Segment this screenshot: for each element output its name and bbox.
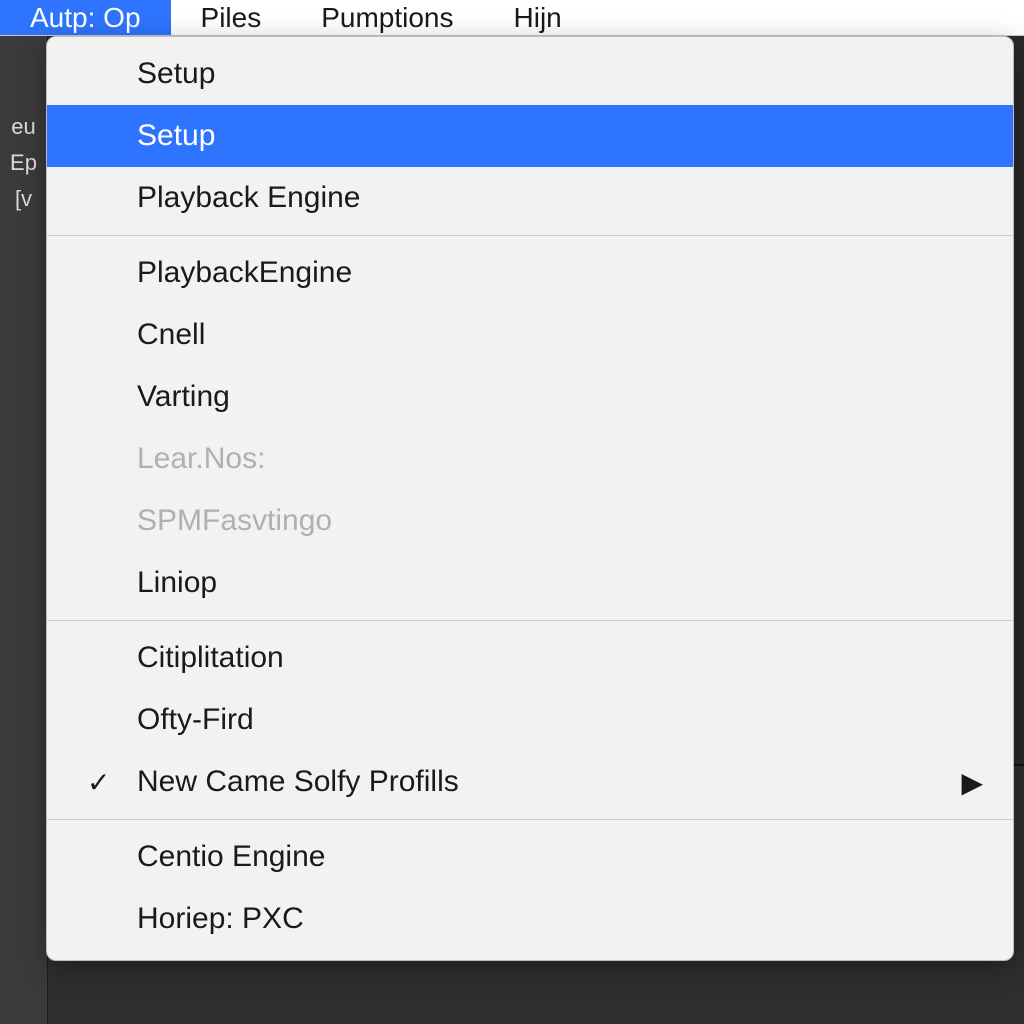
menu-item-label: Lear.Nos: — [137, 442, 265, 476]
menu-separator — [47, 235, 1013, 236]
menu-item-label: PlaybackEngine — [137, 256, 352, 290]
menu-item-label: Horiep: PXC — [137, 902, 304, 936]
menubar: Autp: Op Piles Pumptions Hijn — [0, 0, 1024, 36]
menu-item-label: Setup — [137, 57, 215, 91]
check-icon: ✓ — [87, 766, 110, 799]
menu-item-lear-nos: Lear.Nos: — [47, 428, 1013, 490]
menubar-item-hijn[interactable]: Hijn — [484, 0, 592, 35]
menubar-item-autp-op[interactable]: Autp: Op — [0, 0, 171, 35]
toolbar-text-fragment: eu — [11, 116, 35, 138]
menu-item-label: Setup — [137, 119, 215, 153]
menubar-item-pumptions[interactable]: Pumptions — [291, 0, 483, 35]
menu-item-label: Playback Engine — [137, 181, 360, 215]
menu-item-ofty-fird[interactable]: Ofty-Fird — [47, 689, 1013, 751]
side-toolbar: eu Ep [v — [0, 36, 48, 1024]
menu-item-label: Ofty-Fird — [137, 703, 254, 737]
menu-item-new-came-solfy-profills[interactable]: ✓ New Came Solfy Profills ▶ — [47, 751, 1013, 813]
menu-item-label: New Came Solfy Profills — [137, 765, 459, 799]
menu-item-label: Centio Engine — [137, 840, 325, 874]
menubar-item-piles[interactable]: Piles — [171, 0, 292, 35]
menu-item-horiep-pxc[interactable]: Horiep: PXC — [47, 888, 1013, 950]
menu-item-label: SPMFasvtingo — [137, 504, 332, 538]
menu-item-label: Varting — [137, 380, 230, 414]
submenu-arrow-icon: ▶ — [961, 766, 983, 799]
menu-item-label: Liniop — [137, 566, 217, 600]
menu-item-setup-1[interactable]: Setup — [47, 43, 1013, 105]
menu-item-playback-engine[interactable]: Playback Engine — [47, 167, 1013, 229]
menu-item-liniop[interactable]: Liniop — [47, 552, 1013, 614]
menu-item-varting[interactable]: Varting — [47, 366, 1013, 428]
toolbar-text-fragment: Ep — [10, 152, 37, 174]
dropdown-menu: Setup Setup Playback Engine PlaybackEngi… — [46, 36, 1014, 961]
menu-item-label: Citiplitation — [137, 641, 284, 675]
menu-item-spmfasvtingo: SPMFasvtingo — [47, 490, 1013, 552]
menu-item-setup-2[interactable]: Setup — [47, 105, 1013, 167]
menu-item-cnell[interactable]: Cnell — [47, 304, 1013, 366]
menu-separator — [47, 620, 1013, 621]
menu-separator — [47, 819, 1013, 820]
toolbar-text-fragment: [v — [15, 188, 32, 210]
menu-item-label: Cnell — [137, 318, 205, 352]
menu-item-citiplitation[interactable]: Citiplitation — [47, 627, 1013, 689]
menu-item-centio-engine[interactable]: Centio Engine — [47, 826, 1013, 888]
menu-item-playbackengine[interactable]: PlaybackEngine — [47, 242, 1013, 304]
